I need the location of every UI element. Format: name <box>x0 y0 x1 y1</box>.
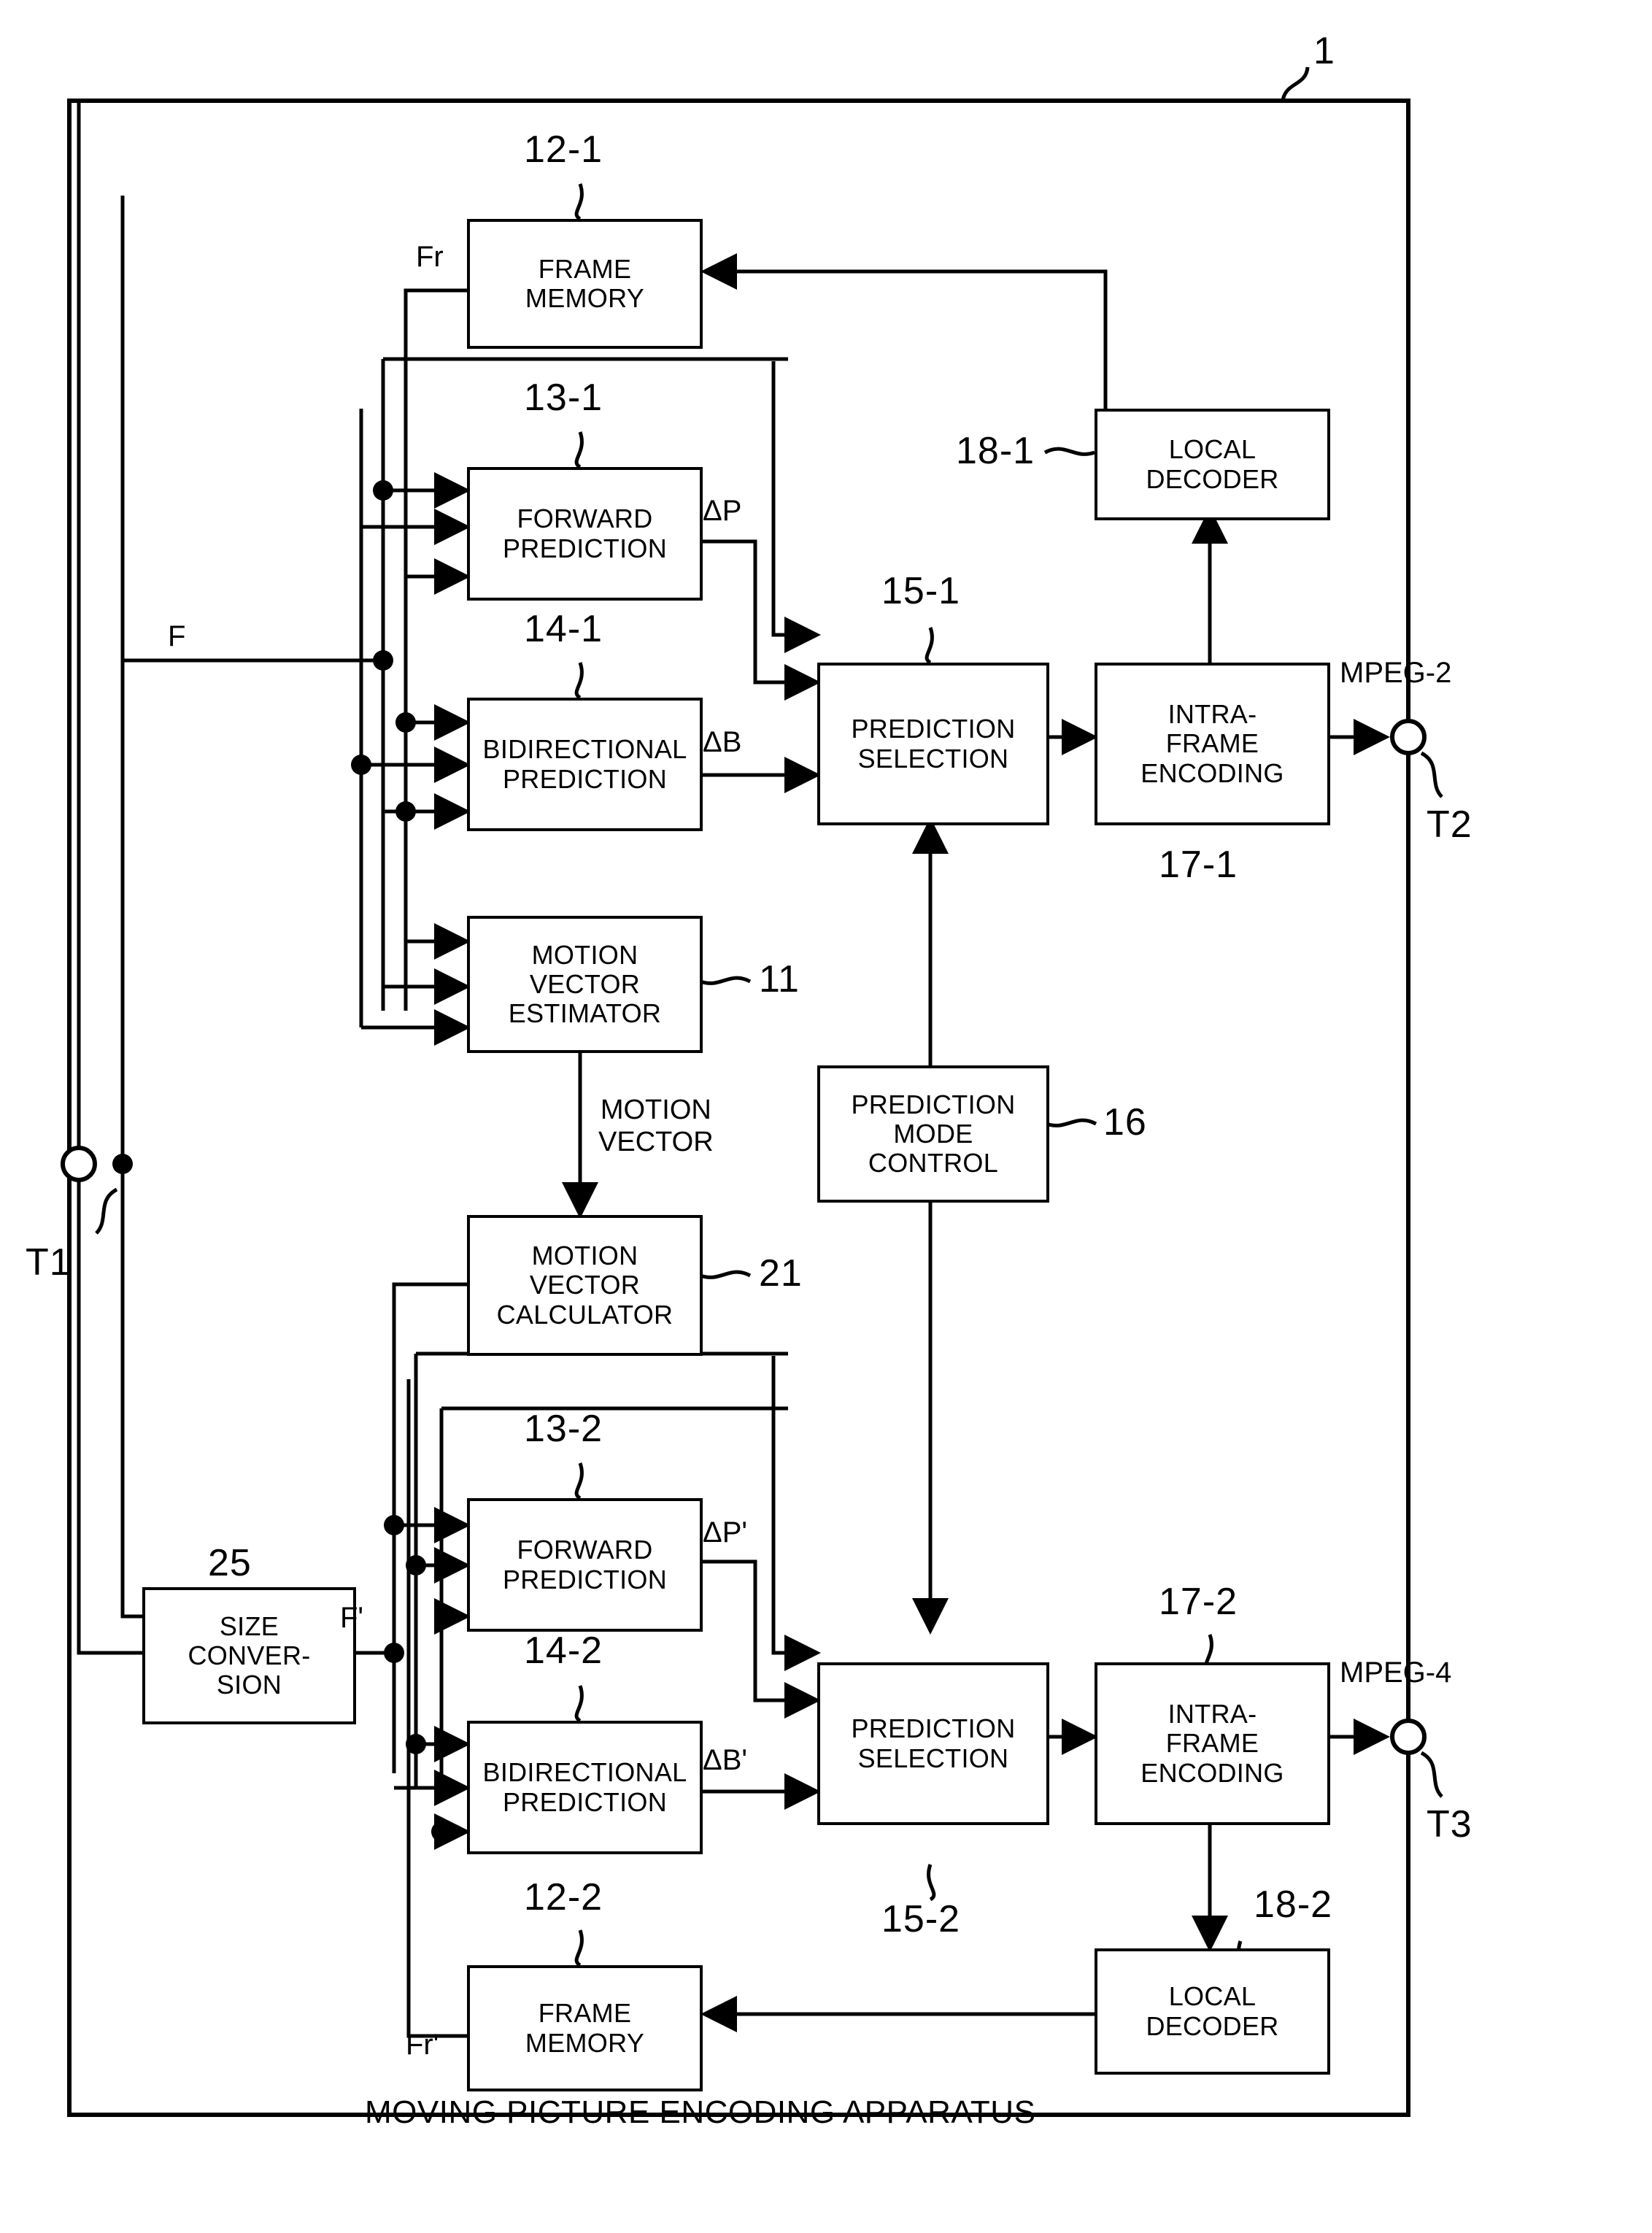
refnum-intra-frame-encoding-1: 17-1 <box>1159 844 1238 886</box>
block-line: MEMORY <box>525 283 645 313</box>
block-local-decoder-2[interactable]: LOCAL DECODER <box>1095 1948 1330 2075</box>
signal-mpeg2: MPEG-2 <box>1340 657 1452 689</box>
block-frame-memory-1[interactable]: FRAME MEMORY <box>467 219 703 349</box>
block-line: FORWARD <box>517 504 653 534</box>
block-line: PREDICTION <box>502 1786 667 1817</box>
block-line: VECTOR <box>529 968 641 999</box>
block-line: BIDIRECTIONAL <box>482 734 687 765</box>
block-prediction-mode-control[interactable]: PREDICTION MODE CONTROL <box>817 1065 1049 1203</box>
block-line: SIZE <box>219 1611 279 1641</box>
refnum-bidirectional-prediction-1: 14-1 <box>524 608 603 650</box>
block-line: SELECTION <box>857 743 1009 774</box>
block-forward-prediction-2[interactable]: FORWARD PREDICTION <box>467 1498 703 1632</box>
block-line: DECODER <box>1146 2010 1279 2041</box>
signal-delta-p-prime: ΔP' <box>703 1516 748 1549</box>
block-line: CONVER- <box>188 1640 311 1670</box>
signal-fr-upper: Fr <box>416 241 444 273</box>
refnum-intra-frame-encoding-2: 17-2 <box>1159 1581 1238 1623</box>
block-local-decoder-1[interactable]: LOCAL DECODER <box>1095 409 1330 520</box>
block-size-conversion[interactable]: SIZE CONVER- SION <box>142 1587 356 1724</box>
block-prediction-selection-1[interactable]: PREDICTION SELECTION <box>817 663 1049 825</box>
refnum-forward-prediction-2: 13-2 <box>524 1408 603 1450</box>
refnum-local-decoder-1: 18-1 <box>956 430 1035 472</box>
refnum-apparatus: 1 <box>1313 30 1335 72</box>
block-line: PREDICTION <box>851 1089 1016 1119</box>
block-line: FRAME <box>1165 728 1259 759</box>
block-line: PREDICTION <box>851 714 1016 744</box>
signal-delta-b-prime: ΔB' <box>703 1744 748 1776</box>
refnum-frame-memory-1: 12-1 <box>524 128 603 171</box>
block-line: FRAME <box>538 1998 632 2029</box>
block-line: PREDICTION <box>502 1564 667 1594</box>
block-line: DECODER <box>1146 463 1279 494</box>
refnum-local-decoder-2: 18-2 <box>1254 1883 1333 1926</box>
figure-caption: MOVING PICTURE ENCODING APPARATUS <box>365 2094 1036 2130</box>
block-line: ENCODING <box>1140 757 1284 788</box>
block-line: MODE <box>893 1118 973 1149</box>
signal-motion-vector-line2: VECTOR <box>598 1126 714 1157</box>
refnum-prediction-selection-1: 15-1 <box>881 570 961 612</box>
block-line: ENCODING <box>1140 1757 1284 1788</box>
block-line: CALCULATOR <box>496 1299 673 1330</box>
block-motion-vector-calculator[interactable]: MOTION VECTOR CALCULATOR <box>467 1215 703 1356</box>
signal-mpeg4: MPEG-4 <box>1340 1657 1452 1689</box>
block-line: MEMORY <box>525 2027 645 2058</box>
block-line: CONTROL <box>868 1148 999 1179</box>
block-line: PREDICTION <box>502 763 667 794</box>
signal-delta-b: ΔB <box>703 726 742 758</box>
refnum-size-conversion: 25 <box>208 1542 252 1584</box>
block-line: FRAME <box>538 253 632 284</box>
block-line: ESTIMATOR <box>508 998 662 1029</box>
signal-f-prime: F' <box>340 1602 364 1634</box>
block-line: MOTION <box>531 1241 638 1271</box>
block-line: FRAME <box>1165 1728 1259 1759</box>
refnum-prediction-selection-2: 15-2 <box>881 1898 961 1940</box>
block-line: MOTION <box>531 939 638 970</box>
refnum-frame-memory-2: 12-2 <box>524 1876 603 1918</box>
block-line: FORWARD <box>517 1535 653 1565</box>
block-intra-frame-encoding-1[interactable]: INTRA- FRAME ENCODING <box>1095 663 1330 825</box>
signal-fr-lower: Fr' <box>406 2029 439 2061</box>
refnum-motion-vector-estimator: 11 <box>759 958 800 1000</box>
block-forward-prediction-1[interactable]: FORWARD PREDICTION <box>467 467 703 601</box>
block-line: INTRA- <box>1167 699 1257 730</box>
block-frame-memory-2[interactable]: FRAME MEMORY <box>467 1965 703 2091</box>
block-line: SELECTION <box>857 1743 1009 1773</box>
signal-delta-p: ΔP <box>703 495 742 527</box>
refnum-motion-vector-calculator: 21 <box>759 1252 803 1295</box>
block-bidirectional-prediction-1[interactable]: BIDIRECTIONAL PREDICTION <box>467 698 703 831</box>
signal-motion-vector-line1: MOTION <box>600 1095 711 1125</box>
block-line: SION <box>216 1670 282 1700</box>
patent-figure-canvas: FRAME MEMORY FORWARD PREDICTION BIDIRECTIO… <box>0 0 1652 2233</box>
refnum-prediction-mode-control: 16 <box>1103 1101 1147 1144</box>
terminal-t2[interactable]: T2 <box>1427 803 1472 846</box>
block-line: VECTOR <box>529 1270 641 1300</box>
block-line: LOCAL <box>1168 1981 1257 2012</box>
signal-f-input: F <box>168 620 186 652</box>
refnum-bidirectional-prediction-2: 14-2 <box>524 1630 603 1672</box>
refnum-forward-prediction-1: 13-1 <box>524 377 603 419</box>
terminal-t1[interactable]: T1 <box>26 1241 72 1284</box>
block-line: LOCAL <box>1168 434 1257 465</box>
block-motion-vector-estimator[interactable]: MOTION VECTOR ESTIMATOR <box>467 916 703 1053</box>
block-line: PREDICTION <box>851 1713 1016 1744</box>
signal-motion-vector: MOTION VECTOR <box>598 1095 714 1158</box>
terminal-t3[interactable]: T3 <box>1427 1802 1472 1846</box>
block-line: PREDICTION <box>502 533 667 563</box>
block-line: BIDIRECTIONAL <box>482 1757 687 1788</box>
block-line: INTRA- <box>1167 1699 1257 1729</box>
block-bidirectional-prediction-2[interactable]: BIDIRECTIONAL PREDICTION <box>467 1721 703 1854</box>
block-intra-frame-encoding-2[interactable]: INTRA- FRAME ENCODING <box>1095 1662 1330 1825</box>
block-prediction-selection-2[interactable]: PREDICTION SELECTION <box>817 1662 1049 1825</box>
